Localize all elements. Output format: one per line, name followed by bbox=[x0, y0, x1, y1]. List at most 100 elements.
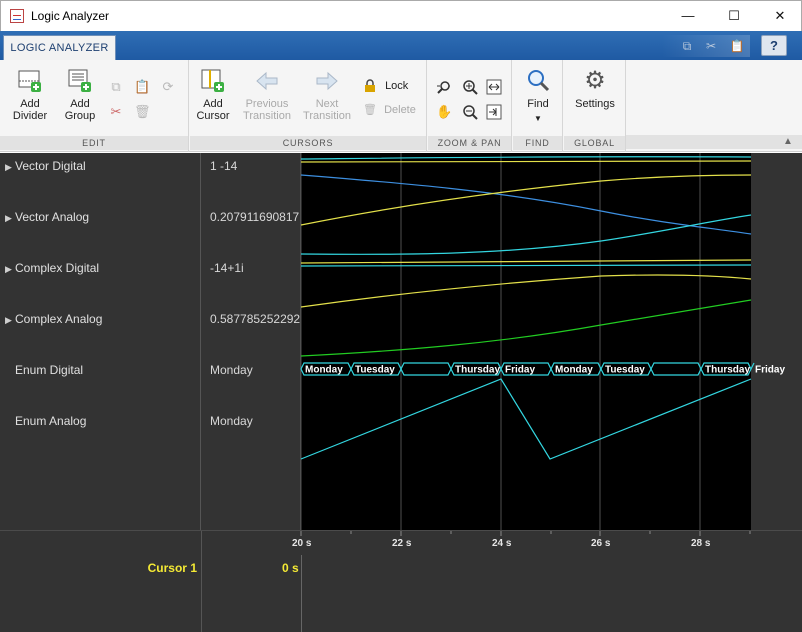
lock-button[interactable]: Lock bbox=[363, 79, 417, 93]
zoom-in-icon[interactable] bbox=[462, 79, 478, 95]
signal-display: ▶ Vector Digital ▶ Vector Analog ▶ Complex … bbox=[0, 153, 802, 632]
expand-triangle-icon[interactable]: ▶ bbox=[5, 264, 15, 275]
add-group-button[interactable]: Add Group bbox=[58, 68, 102, 122]
scale-to-cursor-icon[interactable] bbox=[486, 104, 502, 120]
time-tick-label: 20 s bbox=[292, 538, 312, 549]
signal-value: -14+1i bbox=[210, 261, 244, 275]
cut-icon[interactable]: ✂ bbox=[700, 37, 722, 55]
gear-icon: ⚙ bbox=[584, 67, 606, 94]
section-zoom-pan: ✋ ZOOM & PAN bbox=[428, 60, 512, 152]
previous-transition-button[interactable]: Previous Transition bbox=[240, 68, 294, 122]
enum-label: Friday bbox=[755, 365, 785, 376]
time-tick-label: 24 s bbox=[492, 538, 512, 549]
app-icon bbox=[10, 9, 24, 23]
title-bar: Logic Analyzer — ☐ ✕ bbox=[0, 0, 802, 31]
collapse-toolstrip-icon[interactable]: ▲ bbox=[783, 136, 793, 147]
enum-label: Tuesday bbox=[355, 365, 395, 376]
section-edit: Add Divider Add Group ⧉ 📋 ⟳ ✂ 🗑 EDIT bbox=[0, 60, 189, 152]
enum-label: Thursday bbox=[705, 365, 750, 376]
enum-label: Friday bbox=[505, 365, 535, 376]
waveform-plot[interactable]: Monday Tuesday Thursday Friday Monday Tu… bbox=[300, 153, 785, 530]
waveform-vector-digital-1 bbox=[300, 156, 752, 160]
time-axis: 20 s 22 s 24 s 26 s 28 s bbox=[292, 531, 771, 556]
section-label-global: GLOBAL bbox=[564, 136, 625, 150]
cursor-name[interactable]: Cursor 1 bbox=[148, 561, 197, 575]
waveform-vector-analog-3 bbox=[300, 214, 752, 255]
section-global: ⚙ Settings GLOBAL bbox=[564, 60, 626, 152]
signal-row-enum-analog[interactable]: Enum Analog bbox=[5, 414, 86, 428]
expand-triangle-icon[interactable]: ▶ bbox=[5, 213, 15, 224]
signal-row-vector-digital[interactable]: ▶ Vector Digital bbox=[5, 159, 86, 173]
fit-to-view-icon[interactable] bbox=[486, 79, 502, 95]
waveform-vector-digital-2 bbox=[300, 160, 752, 163]
help-button[interactable]: ? bbox=[761, 35, 787, 56]
cut-icon[interactable]: ✂ bbox=[108, 104, 124, 120]
add-divider-icon bbox=[17, 68, 43, 94]
signal-row-complex-analog[interactable]: ▶ Complex Analog bbox=[5, 312, 102, 326]
delete-icon: 🗑 bbox=[363, 104, 377, 116]
delete-icon[interactable]: 🗑 bbox=[134, 104, 151, 120]
zoom-x-icon[interactable] bbox=[436, 79, 452, 95]
waveform-enum-analog bbox=[300, 378, 752, 460]
waveform-complex-digital-1 bbox=[300, 259, 752, 264]
zoom-out-icon[interactable] bbox=[462, 104, 478, 120]
bus-segment bbox=[750, 362, 755, 370]
pan-hand-icon[interactable]: ✋ bbox=[436, 104, 452, 120]
time-tick-label: 28 s bbox=[691, 538, 711, 549]
enum-label: Thursday bbox=[455, 365, 500, 376]
expand-triangle-icon[interactable]: ▶ bbox=[5, 162, 15, 173]
copy-icon[interactable]: ⧉ bbox=[676, 37, 698, 55]
time-axis-row: 20 s 22 s 24 s 26 s 28 s bbox=[0, 530, 802, 556]
close-button[interactable]: ✕ bbox=[757, 1, 802, 31]
time-tick-label: 26 s bbox=[591, 538, 611, 549]
signal-value-column: 1 -14 0.207911690817 -14+1i 0.5877852522… bbox=[201, 153, 301, 530]
signal-row-enum-digital[interactable]: Enum Digital bbox=[5, 363, 83, 377]
lock-icon bbox=[363, 79, 377, 93]
window-title: Logic Analyzer bbox=[31, 9, 110, 23]
minimize-button[interactable]: — bbox=[665, 1, 711, 31]
signal-value: 0.587785252292 bbox=[210, 312, 301, 326]
bus-segment bbox=[650, 362, 702, 376]
maximize-button[interactable]: ☐ bbox=[711, 1, 757, 31]
signal-value: Monday bbox=[210, 363, 253, 377]
waveform-complex-analog-2 bbox=[300, 299, 752, 357]
settings-button[interactable]: ⚙ Settings bbox=[570, 67, 620, 111]
add-divider-button[interactable]: Add Divider bbox=[7, 68, 53, 122]
cursor-time-value: 0 s bbox=[282, 561, 299, 575]
section-find: Find ▼ FIND bbox=[513, 60, 563, 152]
signal-row-vector-analog[interactable]: ▶ Vector Analog bbox=[5, 210, 89, 224]
tab-logic-analyzer[interactable]: LOGIC ANALYZER bbox=[3, 35, 116, 60]
copy-icon[interactable]: ⧉ bbox=[108, 79, 124, 95]
delete-cursor-button[interactable]: 🗑 Delete bbox=[363, 104, 423, 116]
enum-label: Monday bbox=[305, 365, 343, 376]
cursor-row: Cursor 1 0 s bbox=[0, 555, 802, 632]
signal-row-complex-digital[interactable]: ▶ Complex Digital bbox=[5, 261, 99, 275]
find-button[interactable]: Find ▼ bbox=[519, 68, 557, 125]
add-group-icon bbox=[67, 68, 93, 94]
paste-special-icon[interactable]: ⟳ bbox=[160, 79, 176, 95]
next-transition-button[interactable]: Next Transition bbox=[300, 68, 354, 122]
arrow-right-icon bbox=[314, 68, 340, 94]
expand-triangle-icon[interactable]: ▶ bbox=[5, 315, 15, 326]
section-cursors: Add Cursor Previous Transition Next Tran… bbox=[190, 60, 427, 152]
paste-icon[interactable]: 📋 bbox=[134, 79, 150, 95]
enum-label: Tuesday bbox=[605, 365, 645, 376]
time-tick-label: 22 s bbox=[392, 538, 412, 549]
waveform-vector-analog-1 bbox=[300, 174, 752, 235]
magnifier-icon bbox=[525, 68, 551, 94]
paste-icon[interactable]: 📋 bbox=[726, 37, 748, 55]
chevron-down-icon: ▼ bbox=[534, 114, 542, 123]
bus-segment bbox=[400, 362, 452, 376]
add-cursor-button[interactable]: Add Cursor bbox=[194, 68, 232, 122]
ribbon-tab-strip: LOGIC ANALYZER ⧉ ✂ 📋 ? bbox=[0, 31, 802, 60]
section-label-edit: EDIT bbox=[0, 136, 188, 150]
signal-value: 1 -14 bbox=[210, 159, 238, 173]
waveform-complex-analog-1 bbox=[300, 274, 752, 308]
section-label-cursors: CURSORS bbox=[190, 136, 426, 150]
section-label-find: FIND bbox=[513, 136, 562, 150]
waveform-svg: Monday Tuesday Thursday Friday Monday Tu… bbox=[300, 153, 785, 530]
arrow-left-icon bbox=[254, 68, 280, 94]
signal-value: 0.207911690817 bbox=[210, 210, 300, 224]
waveform-complex-digital-2 bbox=[300, 264, 752, 267]
section-label-zoom-pan: ZOOM & PAN bbox=[428, 136, 511, 150]
